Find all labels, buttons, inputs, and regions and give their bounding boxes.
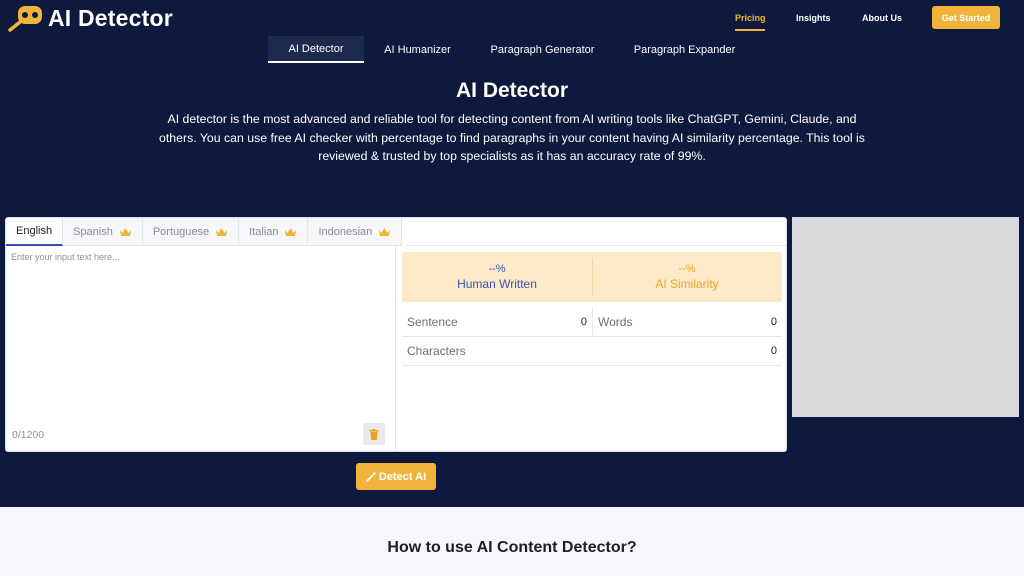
active-nav-underline — [735, 29, 765, 31]
input-panel: 0/1200 — [6, 246, 396, 451]
tool-tabs: AI Detector AI Humanizer Paragraph Gener… — [268, 36, 755, 63]
detector-card: English Spanish Portuguese Italian Indon… — [5, 217, 787, 452]
page-description: AI detector is the most advanced and rel… — [159, 112, 865, 163]
brand-name: AI Detector — [48, 5, 173, 32]
clear-text-button[interactable] — [363, 423, 385, 445]
magnifier-logo-icon — [8, 6, 42, 32]
character-counter: 0/1200 — [12, 429, 45, 441]
human-written-score: --% Human Written — [402, 252, 592, 302]
lang-tab-portuguese[interactable]: Portuguese — [142, 218, 240, 246]
nav-about-us[interactable]: About Us — [862, 13, 902, 23]
sentence-value: 0 — [580, 316, 587, 328]
words-label: Words — [598, 315, 633, 329]
crown-icon — [119, 227, 131, 236]
lang-label: Italian — [249, 225, 279, 238]
words-stat: Words 0 — [592, 307, 782, 337]
sentence-stat: Sentence 0 — [402, 308, 592, 337]
language-tabs: English Spanish Portuguese Italian Indon… — [6, 218, 403, 246]
stats-row: Sentence 0 Words 0 — [402, 307, 782, 337]
lang-tab-italian[interactable]: Italian — [239, 218, 309, 246]
text-input[interactable] — [11, 252, 391, 402]
lang-tab-indonesian[interactable]: Indonesian — [308, 218, 403, 246]
words-value: 0 — [770, 316, 777, 328]
ai-label: AI Similarity — [655, 277, 719, 291]
detect-ai-button[interactable]: Detect AI — [356, 463, 436, 490]
magic-wand-icon — [366, 471, 377, 482]
tab-divider — [406, 245, 786, 246]
ai-similarity-score: --% AI Similarity — [592, 252, 782, 302]
human-percent: --% — [488, 263, 506, 275]
sentence-label: Sentence — [407, 315, 458, 329]
lang-label: English — [16, 225, 53, 237]
crown-icon — [379, 227, 391, 236]
score-divider — [592, 258, 593, 296]
results-panel: --% Human Written --% AI Similarity Sent… — [402, 252, 782, 366]
how-to-heading: How to use AI Content Detector? — [387, 539, 637, 556]
characters-value: 0 — [770, 345, 777, 357]
lang-label: Indonesian — [318, 225, 373, 238]
human-label: Human Written — [457, 277, 537, 291]
score-summary: --% Human Written --% AI Similarity — [402, 252, 782, 302]
characters-label: Characters — [407, 344, 466, 358]
stats-row: Characters 0 — [402, 337, 782, 366]
nav-insights[interactable]: Insights — [796, 13, 831, 23]
page-title: AI Detector — [455, 79, 569, 102]
nav-pricing[interactable]: Pricing — [735, 13, 766, 23]
tab-ai-detector[interactable]: AI Detector — [268, 36, 364, 63]
tab-paragraph-generator[interactable]: Paragraph Generator — [471, 36, 614, 63]
tab-ai-humanizer[interactable]: AI Humanizer — [364, 36, 471, 63]
lang-label: Portuguese — [152, 225, 210, 238]
get-started-button[interactable]: Get Started — [932, 6, 1000, 29]
crown-icon — [216, 227, 228, 236]
ad-placeholder — [792, 217, 1019, 417]
lang-label: Spanish — [73, 225, 113, 238]
crown-icon — [285, 227, 297, 236]
ai-percent: --% — [678, 263, 696, 275]
text-stats: Sentence 0 Words 0 Characters 0 — [402, 307, 782, 366]
brand-logo[interactable]: AI Detector — [8, 4, 173, 32]
lang-tab-english[interactable]: English — [6, 218, 64, 246]
brand-prefix: AI — [48, 4, 72, 31]
detect-ai-label: Detect AI — [378, 470, 427, 483]
trash-icon — [369, 428, 379, 440]
tab-paragraph-expander[interactable]: Paragraph Expander — [614, 36, 755, 63]
lang-tab-spanish[interactable]: Spanish — [63, 218, 143, 246]
brand-suffix: Detector — [78, 4, 173, 31]
characters-stat: Characters 0 — [402, 337, 782, 366]
